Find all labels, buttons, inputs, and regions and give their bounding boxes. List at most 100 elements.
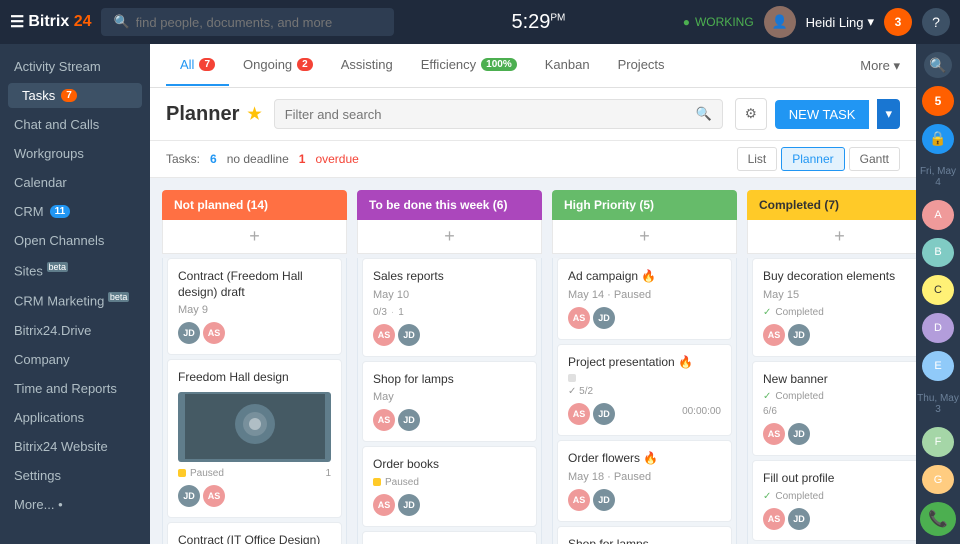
sidebar-item-label: Bitrix24.Drive (14, 323, 91, 338)
clock: 5:29PM (404, 11, 673, 34)
card-ad-campaign[interactable]: Ad campaign 🔥 May 14 · Paused AS JD (557, 258, 732, 340)
card-sales-reports-team[interactable]: Sales reports for sales team group meeti… (362, 531, 537, 544)
sidebar-item-label: CRM Marketing beta (14, 292, 129, 308)
rightbar-avatar-2: B (922, 238, 954, 268)
planner-header: Planner ★ 🔍 ⚙ NEW TASK ▾ (150, 88, 916, 141)
sidebar-item-tasks[interactable]: Tasks 7 (8, 83, 142, 108)
col-add-high-priority[interactable]: + (552, 220, 737, 254)
configure-menu[interactable]: ⚙ CONFIGURE MENU (0, 539, 150, 544)
cards-to-be-done: Sales reports May 10 0/3 · 1 AS JD (357, 258, 542, 544)
tab-ongoing[interactable]: Ongoing 2 (229, 45, 327, 86)
rightbar-date-thu: Thu, May 3 (916, 389, 960, 419)
avatar: JD (178, 485, 200, 507)
card-contract-freedom[interactable]: Contract (Freedom Hall design) draft May… (167, 258, 342, 355)
working-status: ● WORKING (683, 15, 754, 29)
tab-projects[interactable]: Projects (604, 45, 679, 86)
help-button[interactable]: ? (922, 8, 950, 36)
col-add-not-planned[interactable]: + (162, 220, 347, 254)
card-order-books[interactable]: Order books Paused AS JD (362, 446, 537, 527)
notification-badge[interactable]: 3 (884, 8, 912, 36)
filter-box[interactable]: 🔍 (274, 99, 723, 129)
search-box[interactable]: 🔍 (101, 8, 394, 36)
tasks-label: Tasks: (166, 152, 200, 166)
sidebar-item-chat[interactable]: Chat and Calls (0, 110, 150, 139)
sidebar-item-open-channels[interactable]: Open Channels (0, 226, 150, 255)
sidebar-item-workgroups[interactable]: Workgroups (0, 139, 150, 168)
col-add-completed[interactable]: + (747, 220, 916, 254)
cards-not-planned: Contract (Freedom Hall design) draft May… (162, 258, 347, 544)
planner-view-btn[interactable]: Planner (781, 147, 844, 171)
tab-all[interactable]: All 7 (166, 45, 229, 86)
rightbar-avatar-1: A (922, 200, 954, 230)
avatar: JD (398, 409, 420, 431)
sidebar-item-time-reports[interactable]: Time and Reports (0, 374, 150, 403)
rightbar-avatar-3: C (922, 275, 954, 305)
card-contract-it[interactable]: Contract (IT Office Design) draft May 17… (167, 522, 342, 544)
new-task-button[interactable]: NEW TASK (775, 100, 870, 129)
sidebar-item-company[interactable]: Company (0, 345, 150, 374)
phone-button[interactable]: 📞 (920, 502, 956, 536)
sidebar-item-label: Tasks (22, 88, 55, 103)
card-shop-lamps-2[interactable]: Shop for lamps May 14 AS JD (557, 526, 732, 544)
sidebar-item-label: Chat and Calls (14, 117, 99, 132)
card-new-banner[interactable]: New banner ✓ Completed 6/6 AS JD (752, 361, 916, 457)
sidebar-item-sites[interactable]: Sites beta (0, 255, 150, 285)
sidebar-item-website[interactable]: Bitrix24 Website (0, 432, 150, 461)
topbar-right: 👤 Heidi Ling ▾ 3 ? (764, 6, 950, 38)
sidebar-item-settings[interactable]: Settings (0, 461, 150, 490)
rightbar-avatar-7: G (922, 465, 954, 495)
sidebar-item-label: Time and Reports (14, 381, 117, 396)
avatar: AS (568, 489, 590, 511)
settings-button[interactable]: ⚙ (735, 98, 767, 130)
card-project-presentation[interactable]: Project presentation 🔥 ✓ 5/2 AS JD (557, 344, 732, 437)
topbar: ☰ Bitrix 24 🔍 5:29PM ● WORKING 👤 Heidi L… (0, 0, 960, 44)
tab-assisting[interactable]: Assisting (327, 45, 407, 86)
star-icon[interactable]: ★ (247, 104, 261, 124)
sidebar-item-applications[interactable]: Applications (0, 403, 150, 432)
card-shop-lamps-1[interactable]: Shop for lamps May AS JD (362, 361, 537, 443)
card-order-flowers[interactable]: Order flowers 🔥 May 18 · Paused AS JD (557, 440, 732, 522)
sidebar-item-crm[interactable]: CRM 11 (0, 197, 150, 226)
tabs-more[interactable]: More ▾ (860, 58, 900, 74)
card-fill-out-profile[interactable]: Fill out profile ✓ Completed AS JD (752, 460, 916, 541)
sidebar-item-crm-marketing[interactable]: CRM Marketing beta (0, 285, 150, 315)
sidebar-item-activity[interactable]: Activity Stream (0, 52, 150, 81)
ongoing-badge: 2 (297, 58, 313, 71)
avatar: AS (203, 485, 225, 507)
col-header-not-planned: Not planned (14) (162, 190, 347, 220)
rightbar-notifications[interactable]: 5 (922, 86, 954, 116)
tasks-badge: 7 (61, 89, 77, 102)
rightbar-lock-icon[interactable]: 🔒 (922, 124, 954, 154)
sidebar-item-drive[interactable]: Bitrix24.Drive (0, 316, 150, 345)
user-name[interactable]: Heidi Ling ▾ (806, 14, 874, 30)
avatar: 👤 (764, 6, 796, 38)
new-task-arrow[interactable]: ▾ (877, 99, 900, 129)
overdue-label: overdue (315, 152, 358, 166)
sidebar-item-more[interactable]: More... • (0, 490, 150, 519)
avatar: JD (593, 489, 615, 511)
rightbar-search-icon[interactable]: 🔍 (924, 52, 952, 78)
all-badge: 7 (199, 58, 215, 71)
tab-efficiency[interactable]: Efficiency 100% (407, 45, 531, 86)
list-view-btn[interactable]: List (737, 147, 778, 171)
tab-kanban[interactable]: Kanban (531, 45, 604, 86)
sidebar-item-calendar[interactable]: Calendar (0, 168, 150, 197)
tasks-count: 6 (210, 152, 217, 166)
col-add-to-be-done[interactable]: + (357, 220, 542, 254)
planner-actions: ⚙ NEW TASK ▾ (735, 98, 900, 130)
tabs-bar: All 7 Ongoing 2 Assisting Efficiency 100… (150, 44, 916, 88)
avatar: JD (593, 403, 615, 425)
gantt-view-btn[interactable]: Gantt (849, 147, 900, 171)
crm-badge: 11 (50, 205, 71, 218)
view-buttons: List Planner Gantt (737, 147, 900, 171)
avatar: AS (568, 307, 590, 329)
card-freedom-hall-design[interactable]: Freedom Hall design Paused 1 JD AS (167, 359, 342, 518)
search-input[interactable] (136, 15, 382, 30)
avatar: AS (373, 494, 395, 516)
col-completed: Completed (7) + Buy decoration elements … (747, 190, 916, 544)
sidebar-item-label: Activity Stream (14, 59, 101, 74)
card-buy-decoration[interactable]: Buy decoration elements May 15 ✓ Complet… (752, 258, 916, 357)
card-sales-reports[interactable]: Sales reports May 10 0/3 · 1 AS JD (362, 258, 537, 357)
filter-input[interactable] (285, 107, 690, 122)
planner-title: Planner ★ (166, 103, 262, 126)
